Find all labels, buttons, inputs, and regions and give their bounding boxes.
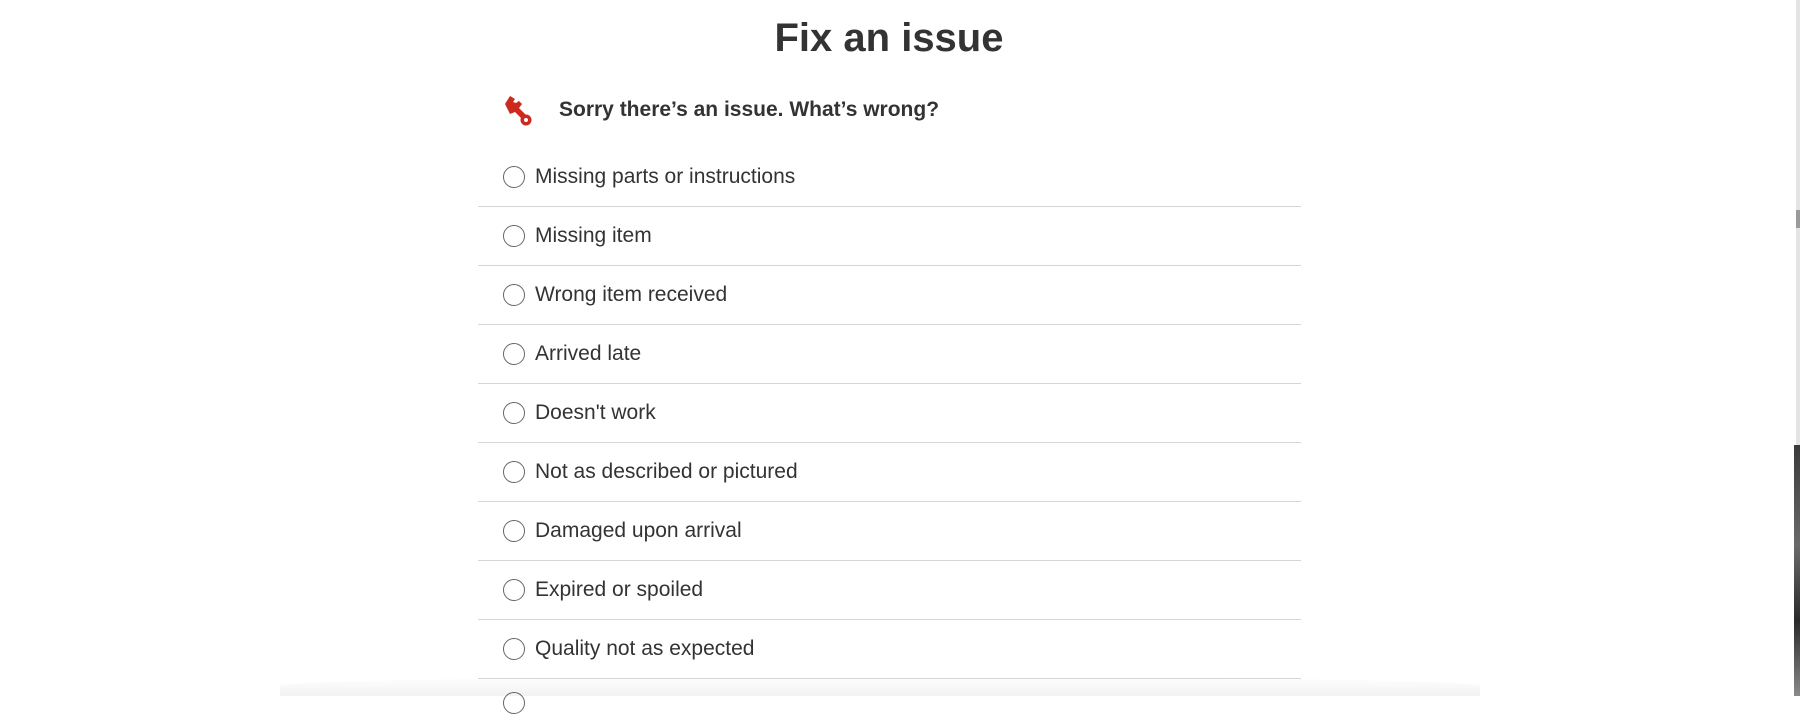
radio-button[interactable]: [503, 225, 525, 247]
wrench-icon: [505, 96, 532, 126]
bottom-shadow: [280, 676, 1480, 696]
radio-button[interactable]: [503, 520, 525, 542]
background-image-edge: [1794, 445, 1800, 696]
prompt-text: Sorry there’s an issue. What’s wrong?: [559, 98, 940, 121]
issue-option-label: Not as described or pictured: [535, 460, 798, 483]
issue-option[interactable]: Arrived late: [478, 325, 1301, 384]
radio-button[interactable]: [503, 461, 525, 483]
issue-option[interactable]: Quality not as expected: [478, 620, 1301, 679]
issue-option-label: Wrong item received: [535, 283, 728, 306]
issue-option-label: Missing item: [535, 224, 652, 247]
scrollbar-thumb[interactable]: [1796, 210, 1800, 228]
issue-option[interactable]: Missing parts or instructions: [478, 148, 1301, 207]
issue-option[interactable]: Not as described or pictured: [478, 443, 1301, 502]
issue-option[interactable]: Wrong item received: [478, 266, 1301, 325]
issue-option-label: Doesn't work: [535, 401, 656, 424]
issue-option-label: Expired or spoiled: [535, 578, 704, 601]
issue-option-label: Arrived late: [535, 342, 642, 365]
radio-button[interactable]: [503, 343, 525, 365]
issue-option[interactable]: Expired or spoiled: [478, 561, 1301, 620]
issue-option-label: Quality not as expected: [535, 637, 755, 660]
fix-issue-page: Fix an issue Sorry there’s an issue. Wha…: [0, 0, 1796, 714]
radio-button[interactable]: [503, 579, 525, 601]
radio-button[interactable]: [503, 402, 525, 424]
page-title: Fix an issue: [774, 16, 1004, 60]
issue-prompt: Sorry there’s an issue. What’s wrong?: [502, 90, 939, 130]
issue-option[interactable]: Damaged upon arrival: [478, 502, 1301, 561]
issue-options-list: Missing parts or instructions Missing it…: [478, 148, 1301, 679]
radio-button[interactable]: [503, 284, 525, 306]
radio-button[interactable]: [503, 638, 525, 660]
issue-option[interactable]: Missing item: [478, 207, 1301, 266]
issue-option-label: Missing parts or instructions: [535, 165, 796, 188]
radio-button[interactable]: [503, 166, 525, 188]
issue-option-label: Damaged upon arrival: [535, 519, 742, 542]
issue-option[interactable]: Doesn't work: [478, 384, 1301, 443]
